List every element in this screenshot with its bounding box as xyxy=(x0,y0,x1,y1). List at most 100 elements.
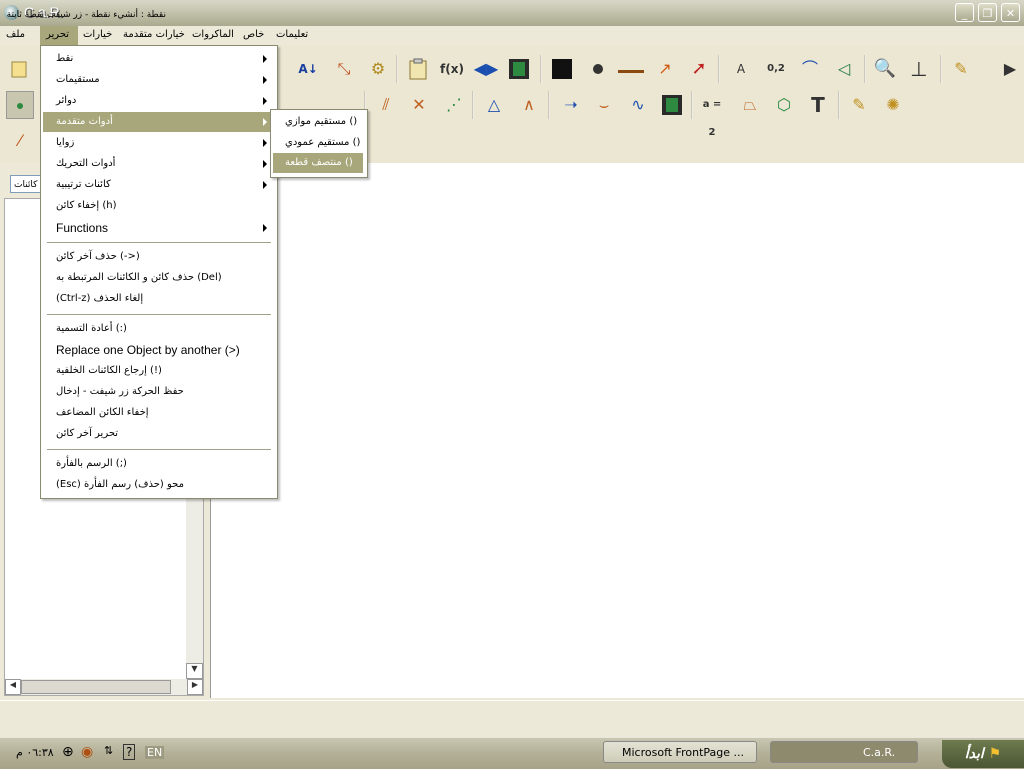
scroll-left-button[interactable]: ◀ xyxy=(5,679,21,695)
status-bar xyxy=(0,700,1024,735)
task-frontpage[interactable]: Microsoft FrontPage ... xyxy=(603,741,757,763)
point-tool-icon[interactable] xyxy=(6,91,34,119)
menu-divider xyxy=(47,242,271,244)
sort-az-icon[interactable]: A↓ xyxy=(294,55,322,83)
intersection-icon[interactable]: ✕ xyxy=(405,91,433,119)
menu-item-save-motion[interactable]: حفظ الحركة زر شيفت - إدخال xyxy=(56,386,184,397)
submenu-item-parallel[interactable]: مستقيم موازي () xyxy=(285,116,357,127)
submenu-arrow-icon xyxy=(263,97,267,105)
menu-item-delete-last[interactable]: حذف آخر كائن (->) xyxy=(56,251,140,262)
toolbar-scroll-right-icon[interactable]: ▶ xyxy=(1000,55,1020,83)
menu-item-hide-duplicate[interactable]: إخفاء الكائن المضاعف xyxy=(56,407,149,418)
scroll-thumb[interactable] xyxy=(21,680,171,694)
parallel-line-icon[interactable]: ⫽ xyxy=(372,91,400,119)
point-style-icon[interactable] xyxy=(584,55,612,83)
text-icon[interactable]: T xyxy=(804,91,832,119)
drawing-canvas[interactable] xyxy=(210,163,1024,698)
menu-file[interactable]: ملف xyxy=(6,29,25,40)
polygon-icon[interactable]: ⬡ xyxy=(770,91,798,119)
menu-special[interactable]: خاص xyxy=(243,29,264,40)
decimal-icon[interactable]: 0,2 xyxy=(762,55,790,83)
zoom-icon[interactable]: 🔍 xyxy=(871,55,899,83)
black-square-icon[interactable] xyxy=(548,55,576,83)
help-tray-icon[interactable]: ? xyxy=(123,744,136,760)
restore-button[interactable]: ❐ xyxy=(978,3,997,22)
sound-icon[interactable]: ◉ xyxy=(81,744,93,760)
submenu-item-perpendicular[interactable]: مستقيم عمودي () xyxy=(285,137,360,148)
menu-item-animation-tools[interactable]: أدوات التحريك xyxy=(56,158,115,169)
start-label: ابدأ xyxy=(964,746,984,762)
triangle-icon[interactable]: △ xyxy=(480,91,508,119)
network-icon[interactable]: ⊕ xyxy=(62,744,74,760)
menu-item-edit-last[interactable]: تحرير آخر كائن xyxy=(56,428,118,439)
curve-icon[interactable]: ⌣ xyxy=(590,91,618,119)
function-icon[interactable]: f(x) xyxy=(438,55,466,83)
edit-menu-dropdown: نقط مستقيمات دوائر أدوات متقدمة زوايا أد… xyxy=(40,45,278,499)
toolbar-separator xyxy=(472,91,474,119)
menu-item-rename[interactable]: أعادة التسمية (:) xyxy=(56,323,127,334)
label-point-icon[interactable]: A xyxy=(727,55,755,83)
ray-icon[interactable]: ➝ xyxy=(557,91,585,119)
clock[interactable]: ٠٦:٣٨ م xyxy=(16,746,54,759)
menu-edit[interactable]: تحرير xyxy=(46,29,69,40)
scroll-down-button[interactable]: ▼ xyxy=(186,663,203,679)
task-car[interactable]: C.a.R. xyxy=(770,741,918,763)
menu-item-erase-mouse-draw[interactable]: (Esc) محو (حذف) رسم الفأرة xyxy=(56,479,184,490)
menu-item-ordinal-objects[interactable]: كائنات ترتيبية xyxy=(56,179,111,190)
menu-item-mouse-draw[interactable]: الرسم بالفأرة (;) xyxy=(56,458,127,469)
move-point-icon[interactable]: ⤡ xyxy=(330,55,358,83)
reflect-icon[interactable]: ◀▶ xyxy=(472,55,500,83)
line-style-icon[interactable] xyxy=(617,55,645,83)
advanced-tools-submenu: مستقيم موازي () مستقيم عمودي () منتصف قط… xyxy=(270,109,368,178)
scroll-right-button[interactable]: ▶ xyxy=(187,679,203,695)
horizontal-scrollbar[interactable]: ◀ ▶ xyxy=(5,679,203,695)
menu-item-undo-delete[interactable]: (Ctrl-z) إلغاء الحذف xyxy=(56,293,143,304)
menu-macros[interactable]: الماكروات xyxy=(192,29,234,40)
status-text: نقطة : أنشيء نقطة - زر شيفت نقطة ثابتة xyxy=(6,10,166,20)
animation-icon[interactable] xyxy=(658,91,686,119)
wand-icon[interactable]: ✎ xyxy=(845,91,873,119)
angle-icon[interactable]: ◁ xyxy=(830,55,858,83)
angle-bisector-icon[interactable]: ∧ xyxy=(515,91,543,119)
menu-options[interactable]: خيارات xyxy=(83,29,112,40)
menu-item-replace-object[interactable]: Replace one Object by another (>) xyxy=(56,343,240,357)
magic-wand-icon[interactable]: ✎ xyxy=(947,55,975,83)
menu-item-hide-object[interactable]: إخفاء كائن (h) xyxy=(56,200,116,211)
new-construction-icon[interactable] xyxy=(6,55,34,83)
quadrilateral-icon[interactable]: ⏢ xyxy=(736,91,764,119)
settings-page-icon[interactable]: ⚙ xyxy=(364,55,392,83)
tray-arrow-icon[interactable]: ⇅ xyxy=(104,744,113,757)
menu-item-restore-background[interactable]: إرجاع الكائنات الخلفية (!) xyxy=(56,365,162,376)
gear-icon[interactable]: ✺ xyxy=(879,91,907,119)
menu-advanced-options[interactable]: خيارات متقدمة xyxy=(123,29,185,40)
submenu-arrow-icon xyxy=(263,160,267,168)
menu-help[interactable]: تعليمات xyxy=(276,29,308,40)
segment-arrow-icon[interactable]: ↗ xyxy=(651,55,679,83)
menu-item-points[interactable]: نقط xyxy=(56,53,73,64)
toolbar-separator xyxy=(691,91,693,119)
menu-item-angles[interactable]: زوايا xyxy=(56,137,74,148)
animation-film-icon[interactable] xyxy=(505,55,533,83)
menu-item-functions[interactable]: Functions xyxy=(56,221,108,235)
menu-item-circles[interactable]: دوائر xyxy=(56,95,76,106)
axes-icon[interactable]: ⊥ xyxy=(905,55,933,83)
menu-item-lines[interactable]: مستقيمات xyxy=(56,74,100,85)
midpoint-icon[interactable]: ⋰ xyxy=(440,91,468,119)
language-indicator[interactable]: EN xyxy=(145,746,165,759)
clipboard-icon[interactable] xyxy=(404,55,432,83)
expression-icon[interactable]: a = 2 xyxy=(698,91,726,138)
menu-item-advanced-tools[interactable]: أدوات متقدمة xyxy=(56,116,113,127)
menu-divider xyxy=(47,314,271,316)
submenu-arrow-icon xyxy=(263,181,267,189)
windows-flag-icon: ⚑ xyxy=(988,746,1002,762)
toolbar-separator xyxy=(548,91,550,119)
vector-icon[interactable]: ➚ xyxy=(685,55,713,83)
minimize-button[interactable]: _ xyxy=(955,3,974,22)
menu-item-delete-with-dependents[interactable]: حذف كائن و الكائنات المرتبطة به (Del) xyxy=(56,272,222,283)
track-icon[interactable]: ∿ xyxy=(624,91,652,119)
arc-icon[interactable]: ⌒ xyxy=(796,55,824,83)
segment-tool-icon[interactable]: ⁄ xyxy=(6,127,34,155)
submenu-item-midpoint[interactable]: منتصف قطعة () xyxy=(285,157,353,168)
close-button[interactable]: ✕ xyxy=(1001,3,1020,22)
start-button[interactable]: ابدأ ⚑ xyxy=(942,740,1024,768)
